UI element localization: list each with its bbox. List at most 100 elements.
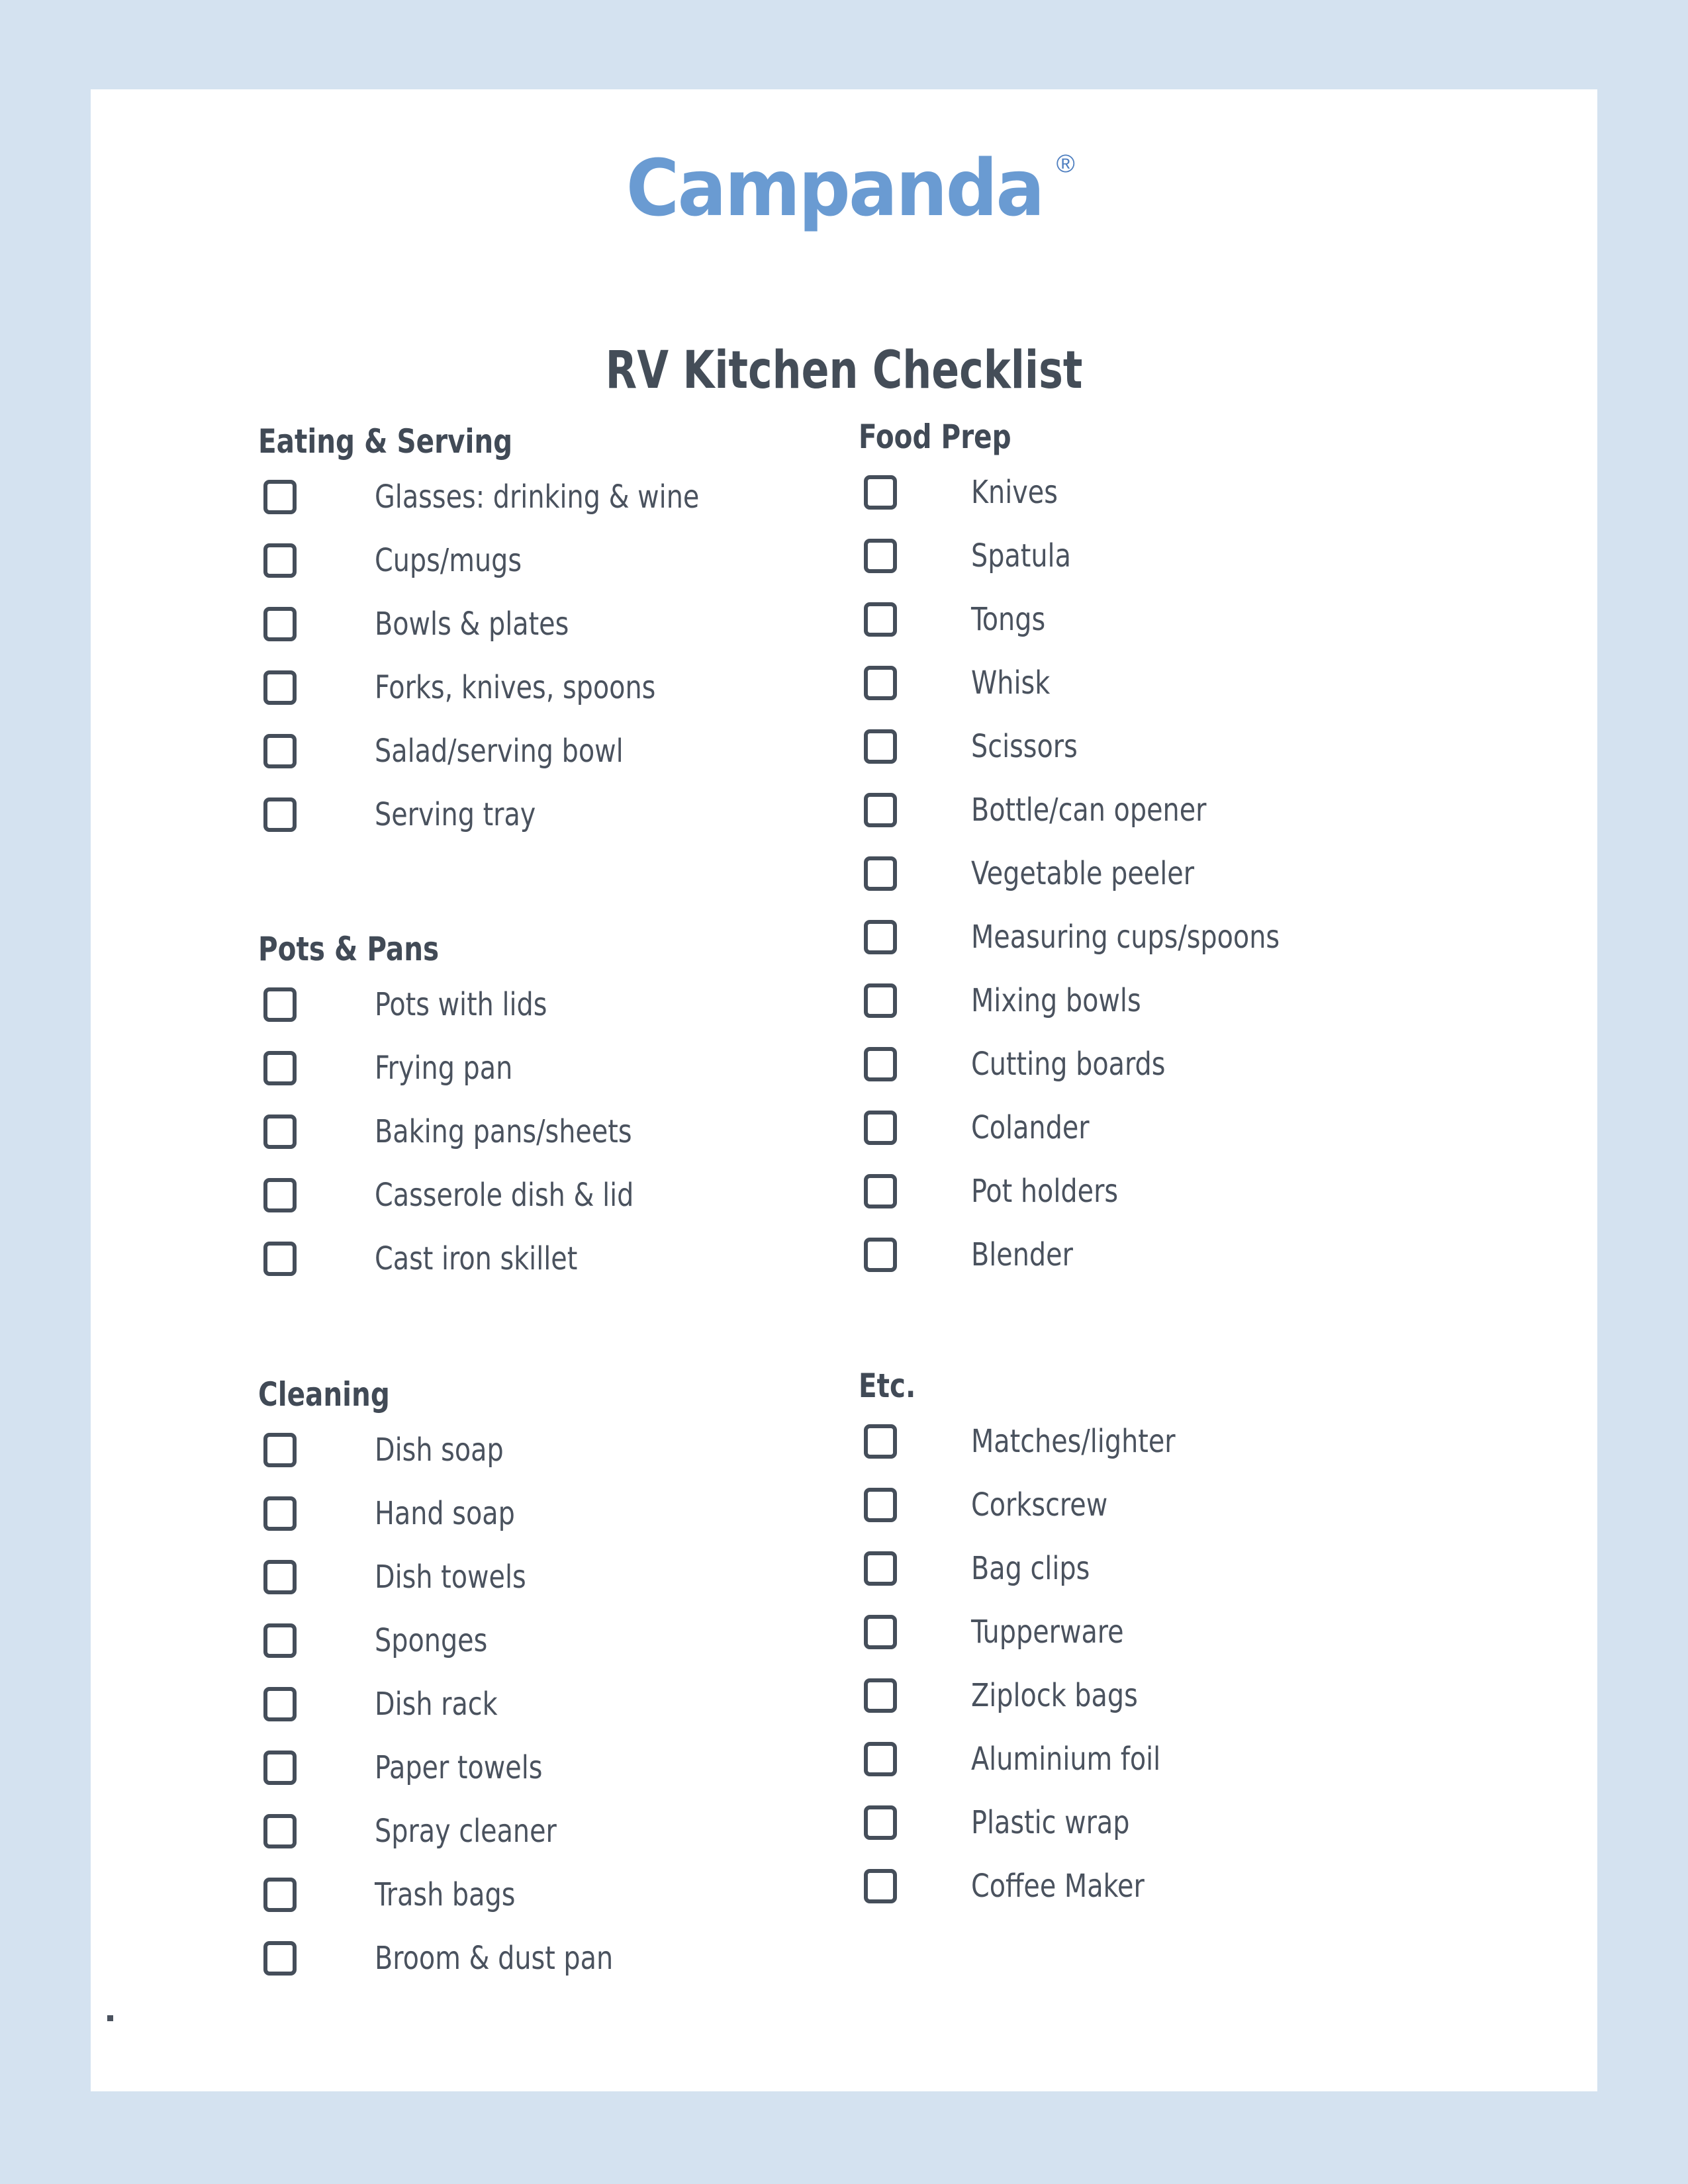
checklist-item[interactable]: Colander <box>859 1096 1507 1160</box>
checklist-item-label: Bottle/can opener <box>971 792 1207 829</box>
checkbox-icon[interactable] <box>263 1560 297 1594</box>
checkbox-icon[interactable] <box>864 1424 897 1459</box>
checkbox-icon[interactable] <box>864 1805 897 1840</box>
checkbox-icon[interactable] <box>263 1433 297 1467</box>
checkbox-icon[interactable] <box>864 475 897 510</box>
checklist-item-label: Cutting boards <box>971 1046 1166 1083</box>
checklist-item[interactable]: Cutting boards <box>859 1032 1507 1096</box>
checklist-item[interactable]: Sponges <box>258 1609 854 1672</box>
checkbox-icon[interactable] <box>263 480 297 514</box>
checklist-item-label: Dish towels <box>375 1559 526 1596</box>
checklist-item[interactable]: Broom & dust pan <box>258 1927 854 1990</box>
checklist-item[interactable]: Dish towels <box>258 1545 854 1609</box>
checklist-item-label: Aluminium foil <box>971 1741 1161 1778</box>
checklist-item[interactable]: Cast iron skillet <box>258 1227 854 1291</box>
checkbox-icon[interactable] <box>864 1111 897 1145</box>
checklist-item[interactable]: Forks, knives, spoons <box>258 656 854 719</box>
checklist-item[interactable]: Corkscrew <box>859 1473 1507 1537</box>
checkbox-icon[interactable] <box>864 729 897 764</box>
checklist-item[interactable]: Trash bags <box>258 1863 854 1927</box>
checkbox-icon[interactable] <box>263 1941 297 1976</box>
checklist-item[interactable]: Mixing bowls <box>859 969 1507 1032</box>
checklist-item[interactable]: Dish rack <box>258 1672 854 1736</box>
checkbox-icon[interactable] <box>263 1051 297 1085</box>
checklist-item[interactable]: Vegetable peeler <box>859 842 1507 905</box>
checkbox-icon[interactable] <box>263 797 297 832</box>
checklist-item[interactable]: Plastic wrap <box>859 1791 1507 1854</box>
checkbox-icon[interactable] <box>263 1814 297 1848</box>
checklist-item[interactable]: Pots with lids <box>258 973 854 1036</box>
checklist-item[interactable]: Aluminium foil <box>859 1727 1507 1791</box>
checklist-item[interactable]: Tupperware <box>859 1600 1507 1664</box>
checkbox-icon[interactable] <box>263 670 297 705</box>
checklist-item[interactable]: Pot holders <box>859 1160 1507 1223</box>
checklist-item[interactable]: Spray cleaner <box>258 1799 854 1863</box>
checklist-board: Eating & Serving Glasses: drinking & win… <box>91 89 1597 2091</box>
checklist-item[interactable]: Hand soap <box>258 1482 854 1545</box>
checkbox-icon[interactable] <box>263 1751 297 1785</box>
checklist-item[interactable]: Knives <box>859 461 1507 524</box>
section-etc: Etc. Matches/lighter Corkscrew Bag clips Tu… <box>859 1368 1507 1918</box>
checklist-item[interactable]: Glasses: drinking & wine <box>258 465 854 529</box>
checkbox-icon[interactable] <box>864 1174 897 1208</box>
checkbox-icon[interactable] <box>864 1488 897 1522</box>
checklist-items: Glasses: drinking & wine Cups/mugs Bowls &… <box>258 465 854 846</box>
checkbox-icon[interactable] <box>864 1047 897 1081</box>
checklist-item[interactable]: Whisk <box>859 651 1507 715</box>
checklist-items: Pots with lids Frying pan Baking pans/shee… <box>258 973 854 1291</box>
checkbox-icon[interactable] <box>263 607 297 641</box>
checklist-item[interactable]: Measuring cups/spoons <box>859 905 1507 969</box>
checkbox-icon[interactable] <box>864 1551 897 1586</box>
checkbox-icon[interactable] <box>864 983 897 1018</box>
checkbox-icon[interactable] <box>864 539 897 573</box>
checkbox-icon[interactable] <box>864 920 897 954</box>
checkbox-icon[interactable] <box>864 666 897 700</box>
checkbox-icon[interactable] <box>864 602 897 637</box>
checklist-item[interactable]: Baking pans/sheets <box>258 1100 854 1163</box>
checklist-item-label: Trash bags <box>375 1876 516 1913</box>
checklist-item-label: Ziplock bags <box>971 1677 1138 1714</box>
checklist-item[interactable]: Matches/lighter <box>859 1410 1507 1473</box>
checklist-item[interactable]: Tongs <box>859 588 1507 651</box>
checkbox-icon[interactable] <box>864 793 897 827</box>
checklist-item[interactable]: Ziplock bags <box>859 1664 1507 1727</box>
checklist-item[interactable]: Frying pan <box>258 1036 854 1100</box>
checklist-item[interactable]: Bowls & plates <box>258 592 854 656</box>
footnote-mark <box>107 2015 113 2021</box>
checklist-item[interactable]: Blender <box>859 1223 1507 1287</box>
checklist-item-label: Tupperware <box>971 1614 1124 1651</box>
checkbox-icon[interactable] <box>263 1242 297 1276</box>
checklist-item[interactable]: Scissors <box>859 715 1507 778</box>
section-title: Pots & Pans <box>258 930 440 968</box>
checkbox-icon[interactable] <box>864 856 897 891</box>
checkbox-icon[interactable] <box>864 1869 897 1903</box>
checkbox-icon[interactable] <box>864 1238 897 1272</box>
checklist-item[interactable]: Salad/serving bowl <box>258 719 854 783</box>
checklist-item[interactable]: Serving tray <box>258 783 854 846</box>
checklist-item-label: Vegetable peeler <box>971 855 1195 892</box>
checklist-item[interactable]: Coffee Maker <box>859 1854 1507 1918</box>
checkbox-icon[interactable] <box>864 1615 897 1649</box>
checkbox-icon[interactable] <box>263 1496 297 1531</box>
checkbox-icon[interactable] <box>263 1178 297 1212</box>
checklist-item[interactable]: Cups/mugs <box>258 529 854 592</box>
checkbox-icon[interactable] <box>263 1687 297 1721</box>
checklist-item[interactable]: Casserole dish & lid <box>258 1163 854 1227</box>
checkbox-icon[interactable] <box>263 1878 297 1912</box>
checklist-item[interactable]: Spatula <box>859 524 1507 588</box>
checklist-item[interactable]: Paper towels <box>258 1736 854 1799</box>
checkbox-icon[interactable] <box>864 1742 897 1776</box>
checklist-item-label: Frying pan <box>375 1050 513 1087</box>
checklist-item[interactable]: Bottle/can opener <box>859 778 1507 842</box>
checkbox-icon[interactable] <box>263 543 297 578</box>
checklist-item[interactable]: Dish soap <box>258 1418 854 1482</box>
checkbox-icon[interactable] <box>263 734 297 768</box>
checkbox-icon[interactable] <box>263 1623 297 1658</box>
checklist-item-label: Cast iron skillet <box>375 1240 578 1277</box>
checklist-item-label: Serving tray <box>375 796 536 833</box>
checklist-item[interactable]: Bag clips <box>859 1537 1507 1600</box>
checkbox-icon[interactable] <box>263 1115 297 1149</box>
checkbox-icon[interactable] <box>864 1678 897 1713</box>
section-title: Etc. <box>859 1367 916 1405</box>
checkbox-icon[interactable] <box>263 987 297 1022</box>
